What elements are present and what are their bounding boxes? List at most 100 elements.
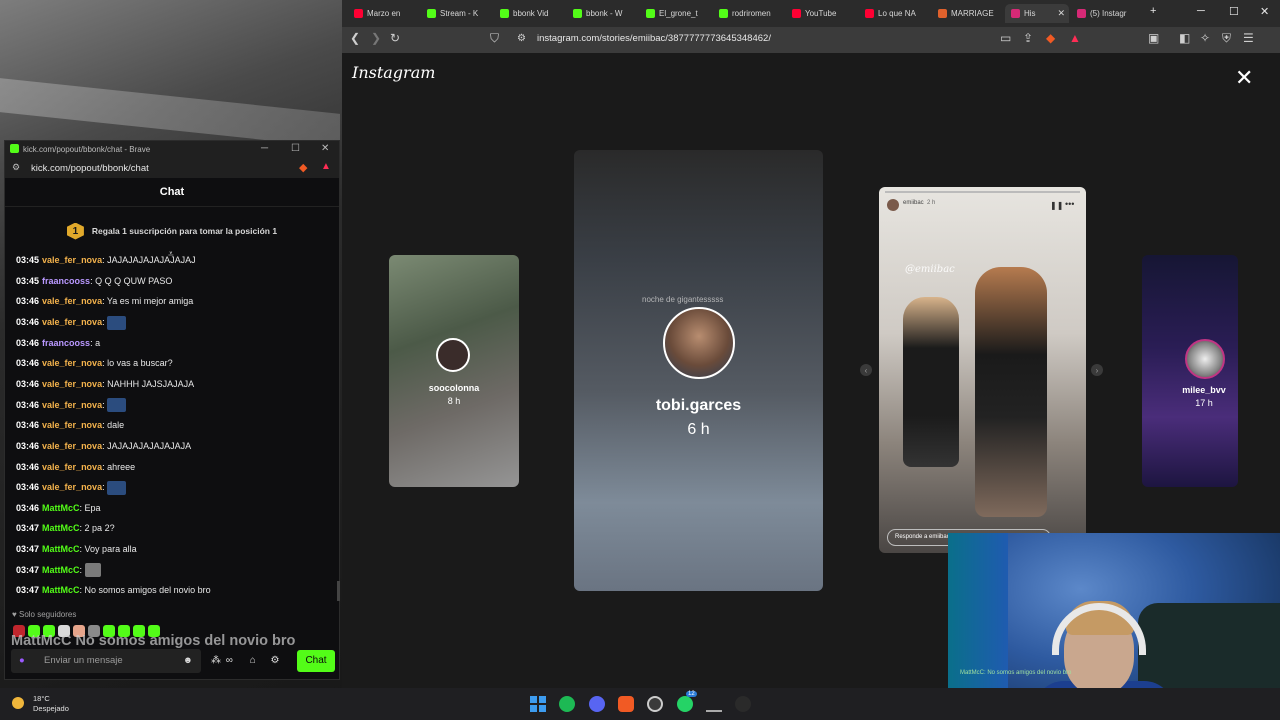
- message-username[interactable]: vale_fer_nova: [42, 296, 102, 306]
- message-colon: :: [79, 564, 85, 575]
- story-card-tobi-garces[interactable]: noche de gigantesssss tobi.garces 6 h: [574, 150, 823, 591]
- popup-close-button[interactable]: ✕: [321, 143, 329, 154]
- close-stories-icon[interactable]: ✕: [1235, 65, 1253, 91]
- site-settings-icon[interactable]: ⚙: [12, 162, 20, 173]
- browser-tab[interactable]: El_grone_t: [640, 4, 710, 23]
- message-text: Ya es mi mejor amiga: [106, 296, 194, 307]
- next-story-button[interactable]: ›: [1091, 364, 1103, 376]
- tab-favicon-icon: [500, 9, 509, 18]
- spotify-icon[interactable]: [559, 696, 575, 712]
- chat-message: 03:47 MattMcC:: [16, 563, 101, 578]
- tab-favicon-icon: [646, 9, 655, 18]
- leo-ai-icon[interactable]: ✧: [1200, 31, 1210, 45]
- microphone-icon[interactable]: ●: [19, 649, 25, 673]
- message-username[interactable]: MattMcC: [42, 565, 80, 575]
- story-card-milee-bvv[interactable]: milee_bvv 17 h: [1142, 255, 1238, 487]
- obs-icon[interactable]: [647, 696, 663, 712]
- share-icon[interactable]: ⇪: [1023, 31, 1033, 45]
- gift-sub-icon[interactable]: ⁂: [211, 655, 221, 666]
- address-bar[interactable]: instagram.com/stories/emiibac/3877777773…: [537, 33, 771, 44]
- instagram-logo[interactable]: Instagram: [352, 63, 435, 82]
- browser-tab[interactable]: Stream - K: [421, 4, 491, 23]
- browser-tab[interactable]: His ✕: [1005, 4, 1069, 23]
- chat-scrollbar[interactable]: [337, 581, 340, 601]
- close-tab-icon[interactable]: ✕: [1057, 8, 1065, 19]
- message-username[interactable]: fraancooss: [42, 276, 90, 286]
- chat-input[interactable]: ● Enviar un mensaje ☻: [11, 649, 201, 673]
- browser-tab[interactable]: (5) Instagr: [1071, 4, 1141, 23]
- message-username[interactable]: vale_fer_nova: [42, 317, 102, 327]
- screencast-icon[interactable]: ▭: [1000, 31, 1011, 45]
- message-username[interactable]: vale_fer_nova: [42, 379, 102, 389]
- browser-tab[interactable]: YouTube: [786, 4, 856, 23]
- emoji-icon[interactable]: ☻: [183, 649, 193, 673]
- message-username[interactable]: MattMcC: [42, 523, 80, 533]
- message-username[interactable]: vale_fer_nova: [42, 400, 102, 410]
- message-username[interactable]: vale_fer_nova: [42, 462, 102, 472]
- kick-points-icon[interactable]: ∞: [226, 655, 233, 666]
- site-settings-icon[interactable]: ⚙: [517, 33, 526, 44]
- chat-emote-icon: [107, 480, 127, 495]
- message-username[interactable]: vale_fer_nova: [42, 358, 102, 368]
- minimize-button[interactable]: ─: [1197, 5, 1205, 17]
- windows-start-icon[interactable]: [530, 696, 546, 712]
- whatsapp-icon[interactable]: 12: [677, 691, 697, 712]
- message-username[interactable]: vale_fer_nova: [42, 255, 102, 265]
- browser-tab[interactable]: bbonk Vid: [494, 4, 564, 23]
- maximize-button[interactable]: ☐: [1229, 5, 1239, 18]
- menu-icon[interactable]: ☰: [1243, 31, 1254, 45]
- message-username[interactable]: vale_fer_nova: [42, 482, 102, 492]
- chat-settings-icon[interactable]: ⚙: [271, 655, 280, 666]
- discord-icon[interactable]: [589, 696, 605, 712]
- sidebar-icon[interactable]: ◧: [1179, 31, 1190, 45]
- brave-shields-icon[interactable]: ◆: [299, 161, 307, 174]
- story-mention-sticker[interactable]: @emiibac: [905, 264, 955, 275]
- message-username[interactable]: MattMcC: [42, 544, 80, 554]
- weather-condition: Despejado: [33, 704, 69, 713]
- brave-shields-icon[interactable]: ◆: [1046, 31, 1055, 45]
- sub-gift-banner[interactable]: 1 Regala 1 suscripción para tomar la pos…: [5, 207, 339, 255]
- browser-tab[interactable]: rodriromen: [713, 4, 783, 23]
- back-icon[interactable]: ❮: [350, 31, 360, 45]
- browser-tab[interactable]: Lo que NA: [859, 4, 929, 23]
- message-username[interactable]: MattMcC: [42, 585, 80, 595]
- browser-tab[interactable]: bbonk - W: [567, 4, 637, 23]
- forward-icon[interactable]: ❯: [371, 31, 381, 45]
- message-username[interactable]: MattMcC: [42, 503, 80, 513]
- browser-tab[interactable]: Marzo en: [348, 4, 418, 23]
- new-tab-button[interactable]: +: [1150, 5, 1156, 17]
- popup-maximize-button[interactable]: ☐: [291, 143, 300, 154]
- bookmark-icon[interactable]: ⛉: [490, 31, 499, 46]
- brave-rewards-icon[interactable]: ▲: [321, 161, 331, 172]
- vpn-icon[interactable]: ⛨: [1222, 31, 1231, 46]
- message-text: NAHHH JAJSJAJAJA: [107, 378, 195, 389]
- chat-emote-icon: [107, 315, 127, 330]
- logitech-icon[interactable]: [735, 696, 751, 712]
- message-username[interactable]: vale_fer_nova: [42, 420, 102, 430]
- story-author-avatar: [887, 199, 899, 211]
- webcam-headset: [1052, 603, 1146, 655]
- brave-rewards-icon[interactable]: ▲: [1069, 31, 1081, 45]
- story-active-emiibac[interactable]: emiibac 2 h ❚❚ ••• @emiibac Responde a e…: [879, 187, 1086, 553]
- browser-tab[interactable]: MARRIAGE: [932, 4, 1002, 23]
- message-username[interactable]: fraancooss: [42, 338, 90, 348]
- message-username[interactable]: vale_fer_nova: [42, 441, 102, 451]
- popup-url[interactable]: kick.com/popout/bbonk/chat: [31, 163, 149, 174]
- message-text: Q Q Q QUW PASO: [95, 275, 173, 286]
- message-timestamp: 03:45: [16, 255, 40, 265]
- popup-minimize-button[interactable]: ─: [261, 143, 268, 154]
- send-chat-button[interactable]: Chat: [297, 650, 335, 672]
- reload-icon[interactable]: ↻: [390, 31, 400, 45]
- chat-message: 03:46 vale_fer_nova: NAHHH JAJSJAJAJA: [16, 377, 194, 391]
- story-card-soocolonna[interactable]: soocolonna 8 h: [389, 255, 519, 487]
- close-window-button[interactable]: ✕: [1260, 5, 1269, 18]
- app-icon[interactable]: [706, 696, 722, 712]
- chat-message-list: 03:45 vale_fer_nova: JAJAJAJAJAJAJAJAJ 03:…: [5, 255, 339, 601]
- previous-story-button[interactable]: ‹: [860, 364, 872, 376]
- pause-icon[interactable]: ❚❚: [1050, 201, 1063, 210]
- store-icon[interactable]: ⌂: [250, 655, 256, 666]
- brave-icon[interactable]: [618, 696, 634, 712]
- message-text: Voy para alla: [84, 544, 137, 555]
- more-options-icon[interactable]: •••: [1065, 199, 1074, 209]
- wallet-icon[interactable]: ▣: [1148, 31, 1159, 45]
